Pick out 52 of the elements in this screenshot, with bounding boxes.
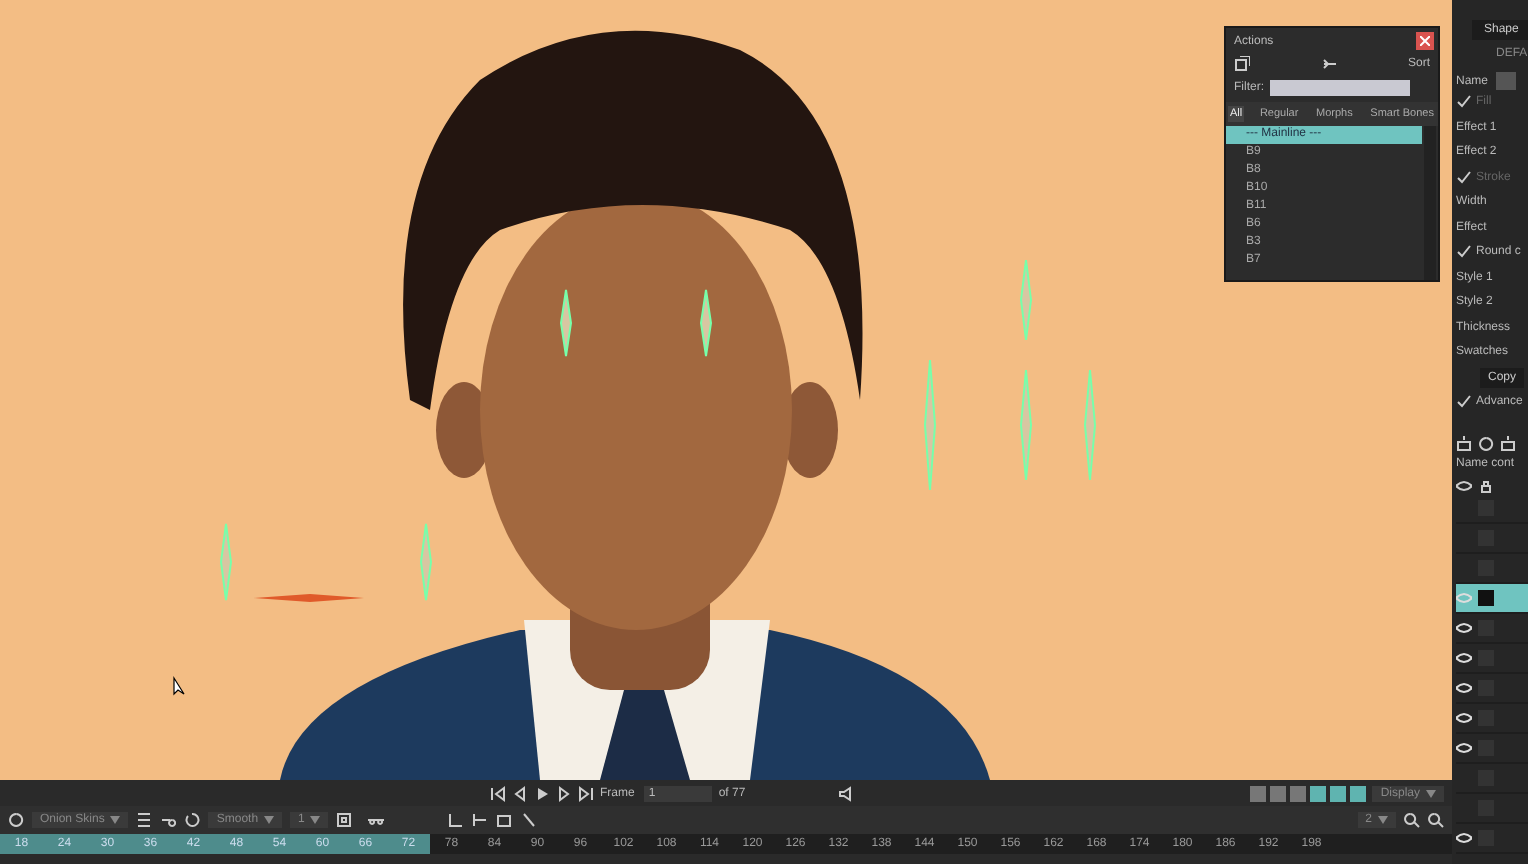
add-layer-icon[interactable]	[1500, 435, 1516, 451]
zoom-in-icon[interactable]	[1404, 812, 1420, 828]
caret-icon	[264, 816, 275, 824]
caret-icon	[110, 816, 121, 824]
pin-icon[interactable]	[520, 812, 537, 828]
caret-icon	[310, 816, 321, 824]
caret-icon	[1426, 789, 1436, 797]
camera-icon[interactable]	[496, 812, 513, 828]
checkmark-icon[interactable]	[1456, 94, 1472, 111]
step-back-icon[interactable]	[512, 785, 528, 801]
eye-icon[interactable]	[1456, 741, 1472, 753]
bone-icon[interactable]	[472, 812, 489, 828]
skip-end-icon[interactable]	[578, 785, 594, 801]
bone-marker[interactable]	[1084, 369, 1096, 481]
eye-icon[interactable]	[1456, 621, 1472, 633]
checkmark-icon[interactable]	[1456, 169, 1472, 186]
bone-marker[interactable]	[1020, 259, 1032, 341]
layer-row[interactable]	[1456, 583, 1528, 613]
zoom-out-icon[interactable]	[1428, 812, 1444, 828]
eye-icon[interactable]	[1456, 681, 1472, 693]
grid-icon[interactable]	[136, 812, 153, 828]
filter-field[interactable]	[1270, 80, 1410, 96]
step-forward-icon[interactable]	[556, 785, 572, 801]
eye-icon[interactable]	[1456, 651, 1472, 663]
eye-icon[interactable]	[1456, 831, 1472, 843]
gear-icon[interactable]	[1478, 435, 1494, 451]
onion-icon[interactable]	[8, 812, 24, 828]
add-layer-icon[interactable]	[1456, 435, 1472, 451]
close-button[interactable]	[1416, 32, 1434, 50]
copy-icon[interactable]	[1234, 56, 1250, 72]
cursor-icon	[173, 675, 185, 696]
caret-icon	[1378, 816, 1388, 824]
reset-icon[interactable]	[184, 812, 201, 828]
link-icon[interactable]	[1321, 56, 1337, 72]
lock-icon[interactable]	[1478, 477, 1494, 493]
bone-marker[interactable]	[1020, 369, 1032, 481]
bone-marker[interactable]	[560, 289, 572, 357]
sound-icon[interactable]	[837, 785, 854, 801]
frame-icon[interactable]	[336, 812, 353, 828]
checkmark-icon[interactable]	[1456, 244, 1472, 261]
eye-icon[interactable]	[1456, 711, 1472, 723]
bone-marker[interactable]	[420, 523, 432, 601]
skip-start-icon[interactable]	[490, 785, 506, 801]
bone-marker[interactable]	[220, 523, 232, 601]
bone-marker[interactable]	[700, 289, 712, 357]
checkmark-icon[interactable]	[1456, 394, 1472, 411]
scrollbar[interactable]	[1424, 126, 1436, 280]
play-icon[interactable]	[534, 785, 550, 801]
bone-marker[interactable]	[924, 359, 936, 491]
select-icon[interactable]	[448, 812, 465, 828]
name-field[interactable]	[1496, 72, 1517, 90]
eye-icon[interactable]	[1456, 477, 1472, 493]
